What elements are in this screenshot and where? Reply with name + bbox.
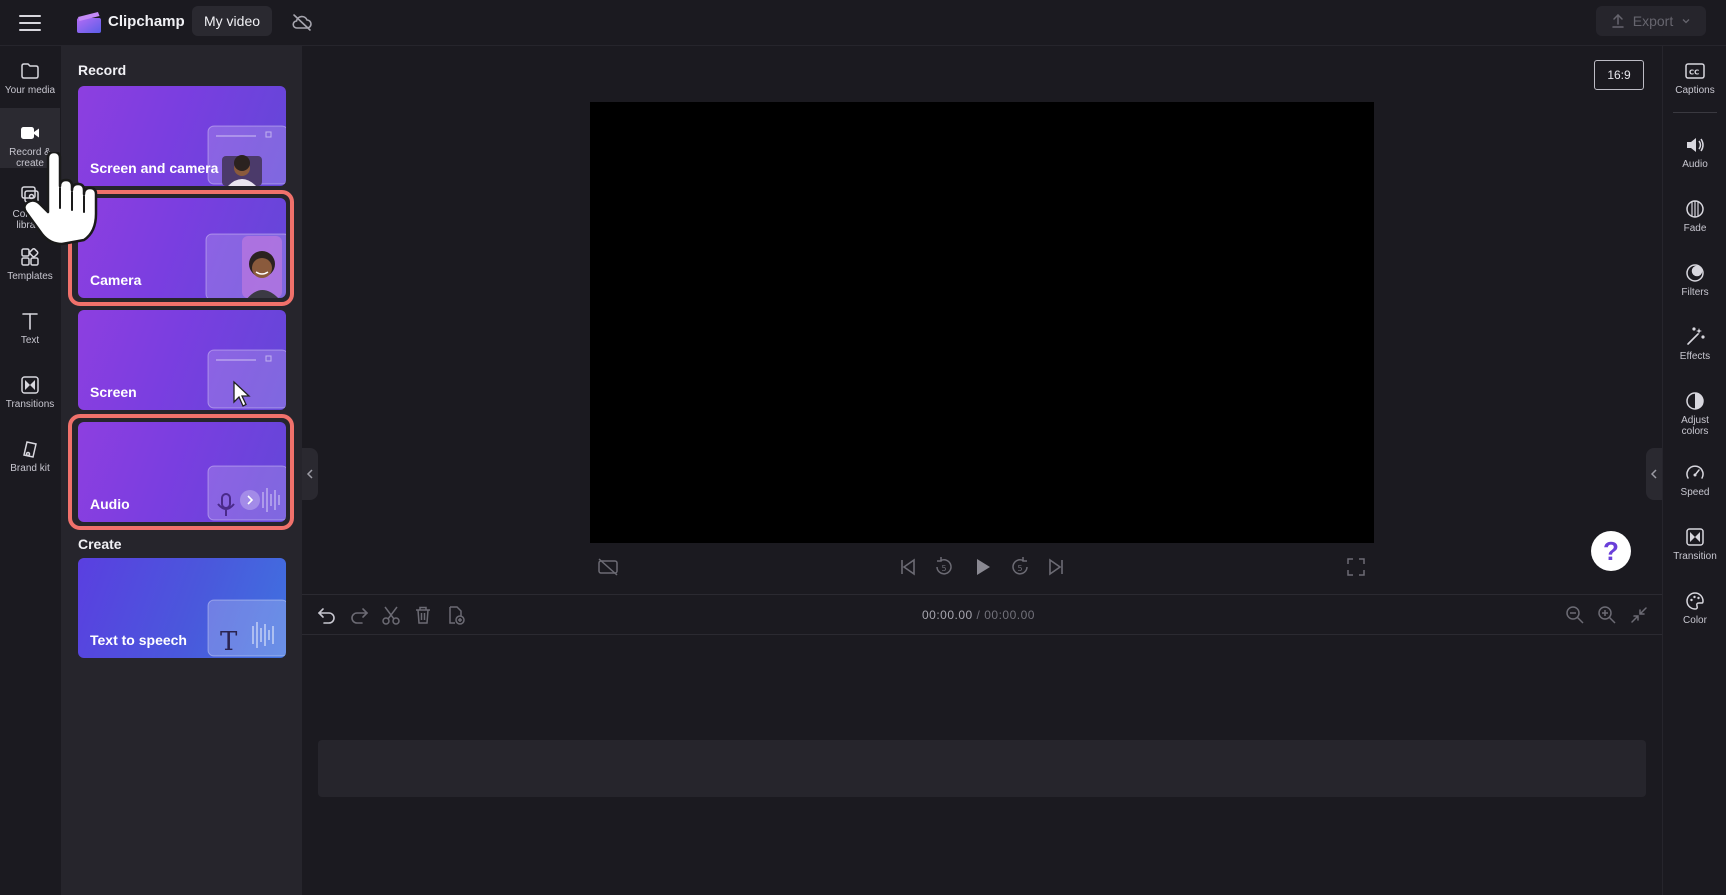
card-label: Camera xyxy=(90,272,142,288)
app-name: Clipchamp xyxy=(108,13,185,30)
hand-pointer-icon xyxy=(22,152,98,246)
upload-icon xyxy=(1611,13,1625,29)
help-button[interactable]: ? xyxy=(1591,531,1631,571)
rail-item-speed[interactable]: Speed xyxy=(1663,448,1726,508)
chevron-left-icon xyxy=(1649,468,1659,480)
collapse-panel-button[interactable] xyxy=(302,448,318,500)
section-title-create: Create xyxy=(78,536,122,552)
rail-divider xyxy=(1673,112,1717,113)
export-label: Export xyxy=(1632,13,1674,29)
undo-icon[interactable] xyxy=(316,604,338,626)
skip-forward-icon[interactable] xyxy=(1044,555,1068,579)
rail-item-captions[interactable]: CC Captions xyxy=(1663,46,1726,106)
add-to-timeline-icon[interactable] xyxy=(444,604,466,626)
split-scissors-icon[interactable] xyxy=(380,604,402,626)
adjust-colors-icon xyxy=(1684,390,1706,412)
transition-icon xyxy=(1684,526,1706,548)
effects-icon xyxy=(1684,326,1706,348)
cloud-offline-icon[interactable] xyxy=(291,12,313,32)
menu-icon[interactable] xyxy=(18,12,42,34)
timeline-track[interactable] xyxy=(318,740,1646,797)
section-title-record: Record xyxy=(78,62,127,78)
play-icon[interactable] xyxy=(970,555,994,579)
chevron-left-icon xyxy=(305,468,315,480)
speaker-icon xyxy=(1684,134,1706,156)
card-label: Text to speech xyxy=(90,632,187,648)
video-preview-canvas[interactable] xyxy=(590,102,1374,543)
brand-kit-icon xyxy=(19,438,41,460)
timeline-toolbar: 00:00.00 / 00:00.00 xyxy=(302,595,1662,635)
rail-item-fade[interactable]: Fade xyxy=(1663,184,1726,244)
card-screen[interactable]: Screen xyxy=(78,310,286,410)
delete-icon[interactable] xyxy=(412,604,434,626)
svg-text:CC: CC xyxy=(1689,69,1699,77)
text-icon xyxy=(19,310,41,332)
fit-timeline-icon[interactable] xyxy=(1628,604,1650,626)
audio-illustration xyxy=(207,465,286,521)
card-label: Screen and camera xyxy=(90,160,219,176)
color-palette-icon xyxy=(1684,590,1706,612)
rail-item-transition[interactable]: Transition xyxy=(1663,512,1726,572)
filters-icon xyxy=(1684,262,1706,284)
screen-illustration xyxy=(207,349,286,409)
project-name-field[interactable]: My video xyxy=(192,6,273,36)
rail-item-text[interactable]: Text xyxy=(0,296,60,356)
card-audio[interactable]: Audio xyxy=(78,422,286,522)
transitions-icon xyxy=(19,374,41,396)
svg-text:T: T xyxy=(220,627,238,657)
time-separator: / xyxy=(972,608,985,622)
timecode: 00:00.00 / 00:00.00 xyxy=(922,608,1035,622)
rail-item-color[interactable]: Color xyxy=(1663,576,1726,636)
rail-item-filters[interactable]: Filters xyxy=(1663,248,1726,308)
fade-icon xyxy=(1684,198,1706,220)
templates-icon xyxy=(19,246,41,268)
forward-5-icon[interactable]: 5 xyxy=(1008,555,1032,579)
text-to-speech-illustration: T xyxy=(207,599,286,657)
fullscreen-icon[interactable] xyxy=(1344,555,1368,579)
clipchamp-logo-icon xyxy=(76,10,102,34)
rewind-5-icon[interactable]: 5 xyxy=(932,555,956,579)
collapse-properties-button[interactable] xyxy=(1646,448,1662,500)
rail-item-transitions[interactable]: Transitions xyxy=(0,360,60,420)
rail-item-your-media[interactable]: Your media xyxy=(0,46,60,106)
current-time: 00:00.00 xyxy=(922,608,973,622)
card-camera[interactable]: Camera xyxy=(78,198,286,298)
rail-item-audio[interactable]: Audio xyxy=(1663,120,1726,180)
hide-captions-icon[interactable] xyxy=(596,555,620,579)
right-properties-rail: CC Captions Audio Fade Filters Effects A… xyxy=(1662,46,1726,895)
redo-icon[interactable] xyxy=(348,604,370,626)
card-label: Audio xyxy=(90,496,130,512)
card-text-to-speech[interactable]: T Text to speech xyxy=(78,558,286,658)
skip-back-icon[interactable] xyxy=(896,555,920,579)
top-bar: Clipchamp My video Export xyxy=(0,0,1726,46)
chevron-down-icon xyxy=(1681,16,1691,26)
zoom-in-icon[interactable] xyxy=(1596,604,1618,626)
rail-item-effects[interactable]: Effects xyxy=(1663,312,1726,372)
total-time: 00:00.00 xyxy=(984,608,1035,622)
svg-text:5: 5 xyxy=(1018,564,1023,573)
camera-illustration xyxy=(205,233,286,298)
speed-icon xyxy=(1684,462,1706,484)
rail-item-adjust-colors[interactable]: Adjust colors xyxy=(1663,376,1726,437)
captions-icon: CC xyxy=(1684,60,1706,82)
timeline: 00:00.00 / 00:00.00 xyxy=(302,594,1662,895)
video-camera-icon xyxy=(19,122,41,144)
card-label: Screen xyxy=(90,384,137,400)
aspect-ratio-button[interactable]: 16:9 xyxy=(1594,60,1644,90)
card-screen-and-camera[interactable]: Screen and camera xyxy=(78,86,286,186)
export-button[interactable]: Export xyxy=(1596,6,1706,36)
svg-text:5: 5 xyxy=(942,564,947,573)
rail-item-brand-kit[interactable]: Brand kit xyxy=(0,424,60,484)
zoom-out-icon[interactable] xyxy=(1564,604,1586,626)
folder-icon xyxy=(19,60,41,82)
